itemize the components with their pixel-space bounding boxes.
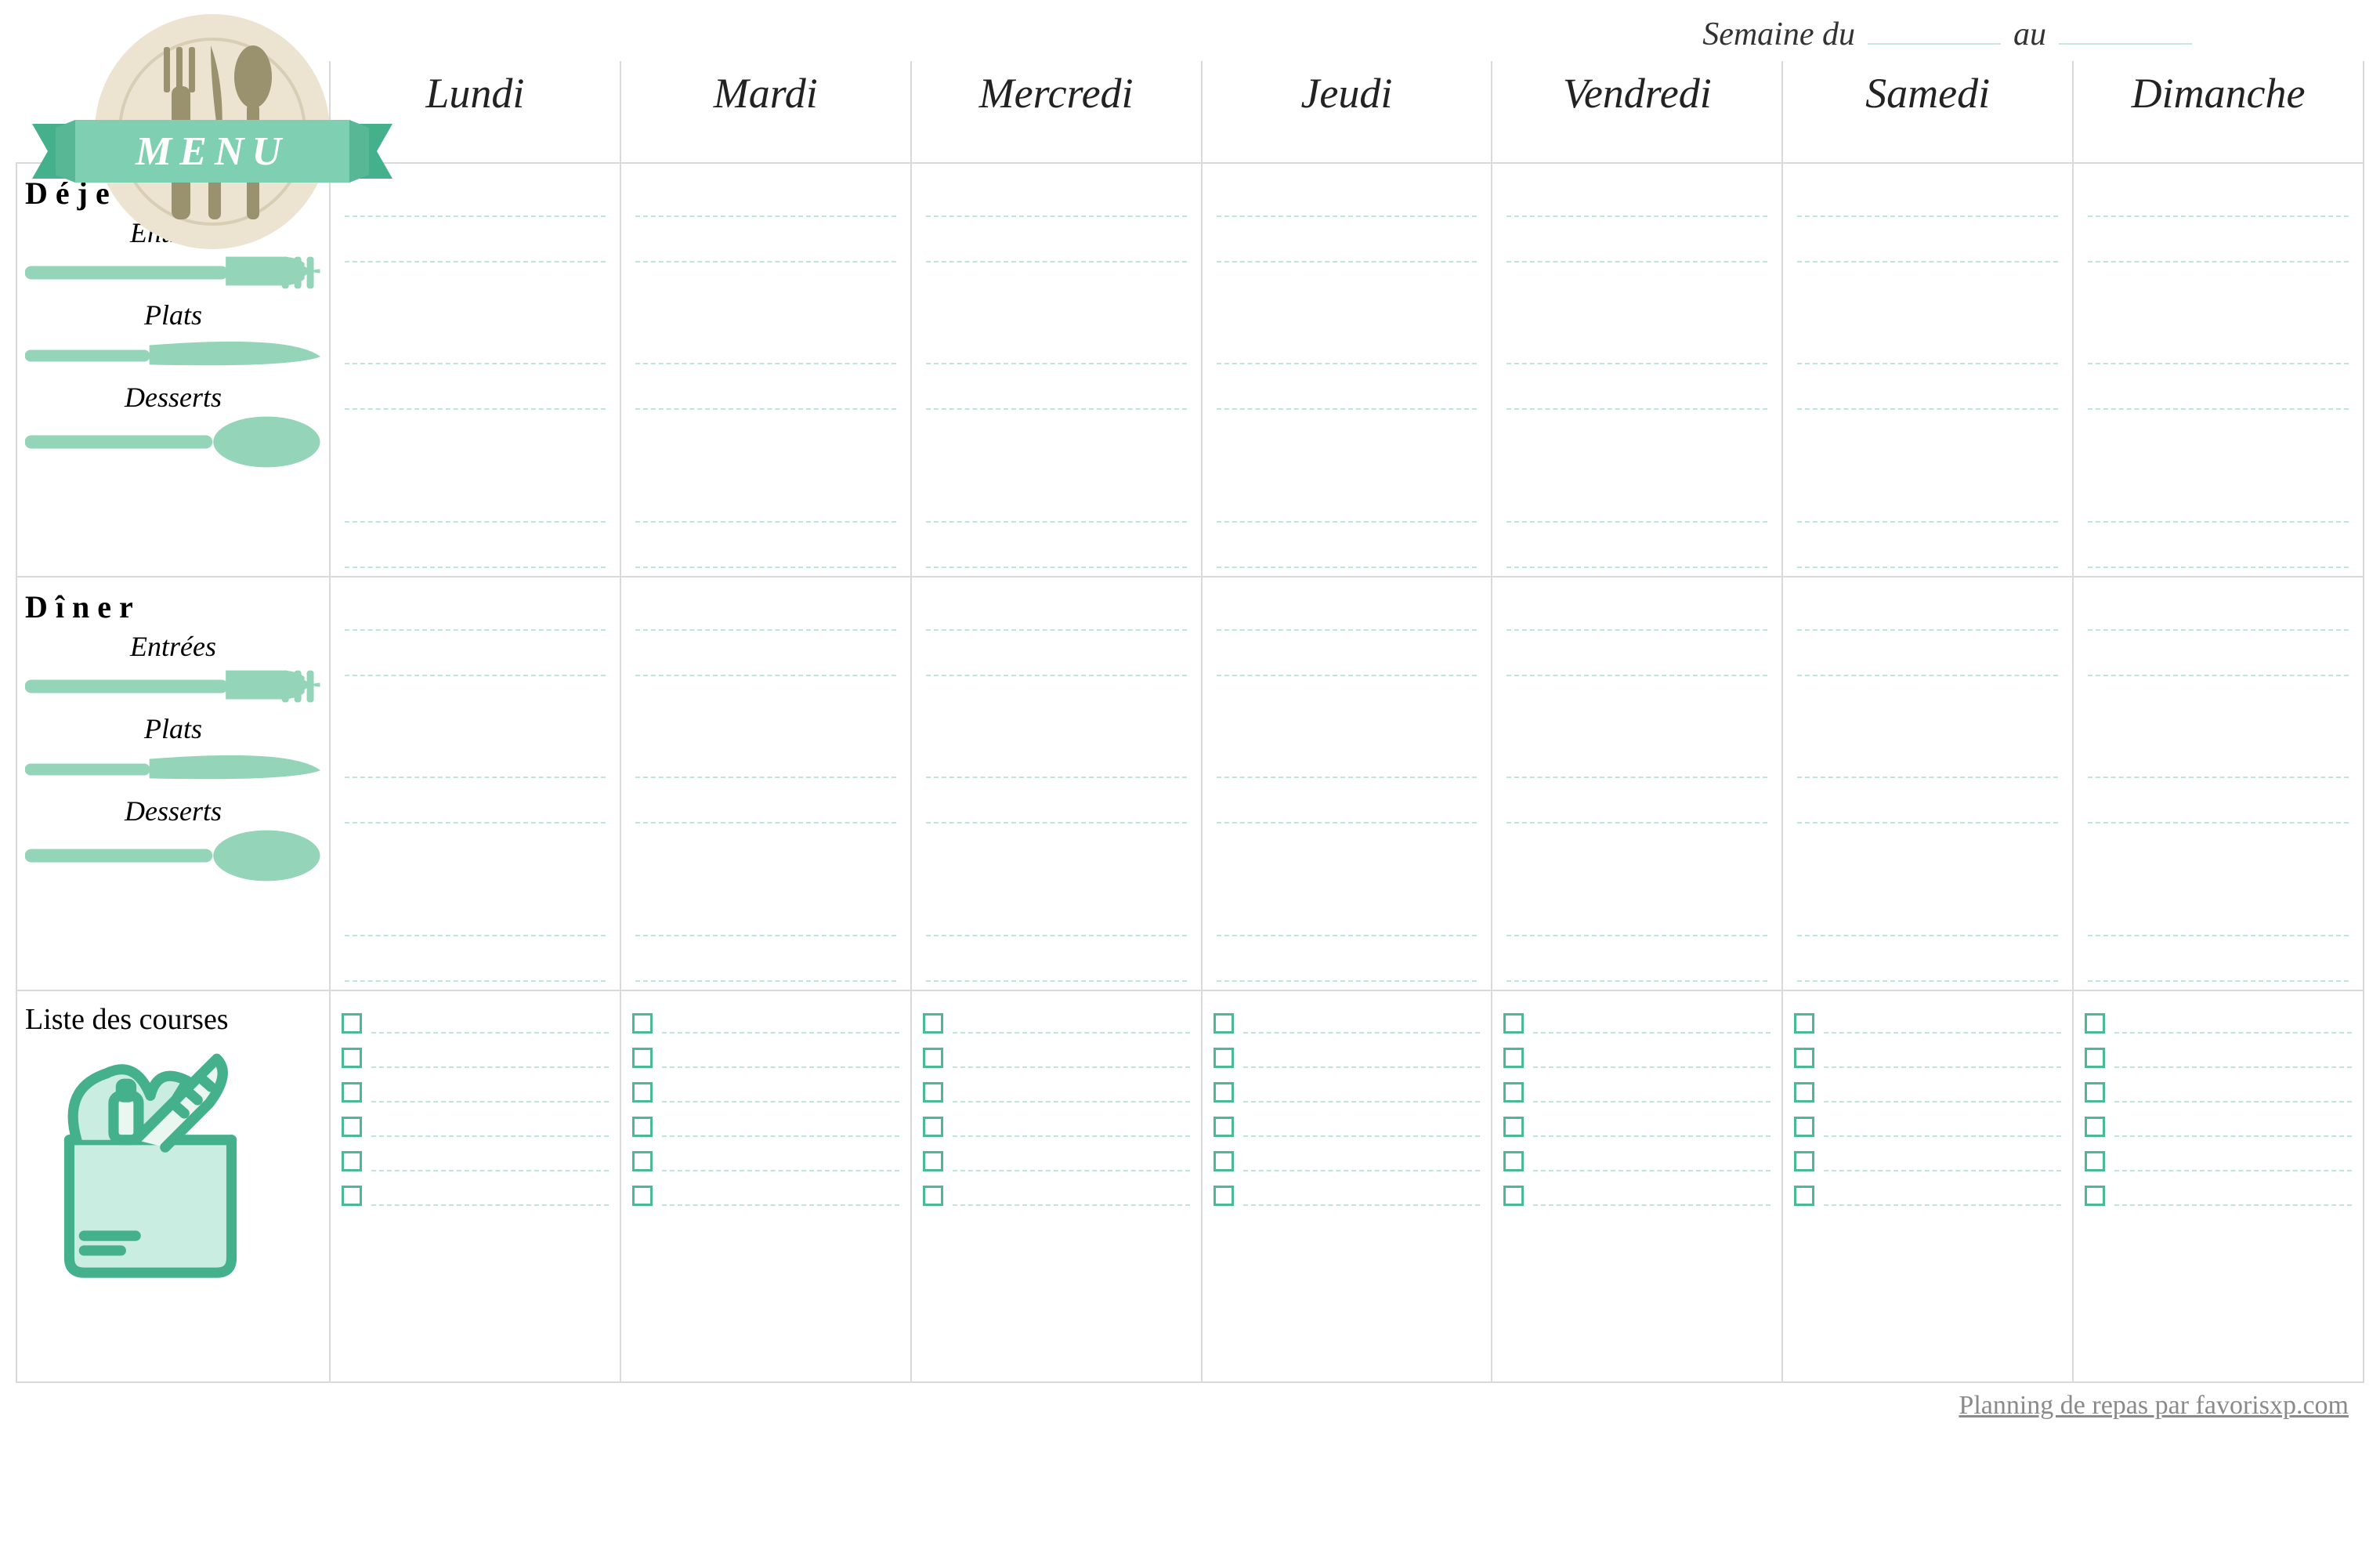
meal-cell[interactable] [1492, 163, 1782, 577]
meal-cell[interactable] [911, 163, 1202, 577]
shopping-title: Liste des courses [25, 1002, 321, 1037]
day-header-row: MENU Lundi Mardi Mercredi Jeudi Vendredi… [16, 61, 2364, 163]
shopping-cell[interactable] [2073, 990, 2364, 1382]
checkbox[interactable] [923, 1117, 943, 1137]
planner-table: MENU Lundi Mardi Mercredi Jeudi Vendredi… [16, 61, 2364, 1383]
spoon-icon [25, 827, 321, 882]
logo-text: MENU [135, 129, 289, 174]
shopping-cell[interactable] [1202, 990, 1492, 1382]
week-mid: au [2013, 16, 2046, 53]
checkbox[interactable] [2085, 1082, 2105, 1102]
meal-cell[interactable] [1202, 577, 1492, 990]
shopping-cell[interactable] [1492, 990, 1782, 1382]
checkbox[interactable] [342, 1117, 362, 1137]
shopping-row: Liste des courses [16, 990, 2364, 1382]
checkbox[interactable] [923, 1048, 943, 1068]
day-header: Dimanche [2073, 61, 2364, 163]
knife-icon [25, 745, 321, 789]
checkbox[interactable] [1503, 1117, 1524, 1137]
checkbox[interactable] [1794, 1048, 1814, 1068]
meal-cell[interactable] [620, 577, 911, 990]
meal-cell[interactable] [1782, 163, 2073, 577]
meal-cell[interactable] [1782, 577, 2073, 990]
checkbox[interactable] [1794, 1013, 1814, 1034]
meal-cell[interactable] [911, 577, 1202, 990]
dinner-row: Dîner Entrées Plats Desserts [16, 577, 2364, 990]
checkbox[interactable] [1214, 1151, 1234, 1171]
shopping-label-cell: Liste des courses [16, 990, 330, 1382]
checkbox[interactable] [1503, 1082, 1524, 1102]
checkbox[interactable] [923, 1013, 943, 1034]
checkbox[interactable] [1503, 1048, 1524, 1068]
checkbox[interactable] [632, 1151, 653, 1171]
day-header: Jeudi [1202, 61, 1492, 163]
footer-credit[interactable]: Planning de repas par favorisxp.com [16, 1383, 2364, 1421]
checkbox[interactable] [1503, 1013, 1524, 1034]
checkbox[interactable] [2085, 1048, 2105, 1068]
checkbox[interactable] [2085, 1186, 2105, 1206]
shopping-cell[interactable] [330, 990, 620, 1382]
week-end-blank[interactable] [2059, 20, 2192, 45]
checkbox[interactable] [1214, 1082, 1234, 1102]
checkbox[interactable] [2085, 1151, 2105, 1171]
logo-cell: MENU [16, 61, 330, 163]
checkbox[interactable] [342, 1082, 362, 1102]
checkbox[interactable] [2085, 1013, 2105, 1034]
checkbox[interactable] [632, 1013, 653, 1034]
checkbox[interactable] [1794, 1151, 1814, 1171]
knife-icon [25, 331, 321, 375]
meal-cell[interactable] [2073, 163, 2364, 577]
week-label: Semaine du au [1702, 16, 2192, 53]
checkbox[interactable] [632, 1082, 653, 1102]
shopping-cell[interactable] [1782, 990, 2073, 1382]
checkbox[interactable] [342, 1048, 362, 1068]
checkbox[interactable] [1214, 1186, 1234, 1206]
grocery-bag-icon [25, 1037, 276, 1287]
meal-cell[interactable] [620, 163, 911, 577]
checkbox[interactable] [2085, 1117, 2105, 1137]
menu-logo: MENU [9, 0, 416, 281]
checkbox[interactable] [1794, 1186, 1814, 1206]
checkbox[interactable] [923, 1082, 943, 1102]
checkbox[interactable] [923, 1186, 943, 1206]
dinner-label-cell: Dîner Entrées Plats Desserts [16, 577, 330, 990]
dinner-course-desserts: Desserts [25, 795, 321, 827]
checkbox[interactable] [1214, 1013, 1234, 1034]
checkbox[interactable] [1794, 1082, 1814, 1102]
meal-cell[interactable] [330, 577, 620, 990]
day-header: Vendredi [1492, 61, 1782, 163]
checkbox[interactable] [342, 1013, 362, 1034]
dinner-course-plats: Plats [25, 712, 321, 745]
checkbox[interactable] [923, 1151, 943, 1171]
checkbox[interactable] [1794, 1117, 1814, 1137]
lunch-course-desserts: Desserts [25, 381, 321, 414]
checkbox[interactable] [1214, 1048, 1234, 1068]
checkbox[interactable] [632, 1186, 653, 1206]
checkbox[interactable] [1503, 1186, 1524, 1206]
meal-cell[interactable] [1492, 577, 1782, 990]
week-prefix: Semaine du [1702, 16, 1855, 53]
week-start-blank[interactable] [1868, 20, 2001, 45]
checkbox[interactable] [342, 1186, 362, 1206]
dinner-title: Dîner [25, 588, 321, 625]
spoon-icon [25, 414, 321, 469]
day-header: Mardi [620, 61, 911, 163]
checkbox[interactable] [1214, 1117, 1234, 1137]
meal-cell[interactable] [2073, 577, 2364, 990]
meal-cell[interactable] [1202, 163, 1492, 577]
dinner-course-entrees: Entrées [25, 630, 321, 663]
checkbox[interactable] [632, 1048, 653, 1068]
shopping-cell[interactable] [620, 990, 911, 1382]
checkbox[interactable] [1503, 1151, 1524, 1171]
checkbox[interactable] [632, 1117, 653, 1137]
day-header: Mercredi [911, 61, 1202, 163]
fork-icon [25, 663, 321, 707]
checkbox[interactable] [342, 1151, 362, 1171]
lunch-course-plats: Plats [25, 299, 321, 331]
day-header: Samedi [1782, 61, 2073, 163]
shopping-cell[interactable] [911, 990, 1202, 1382]
